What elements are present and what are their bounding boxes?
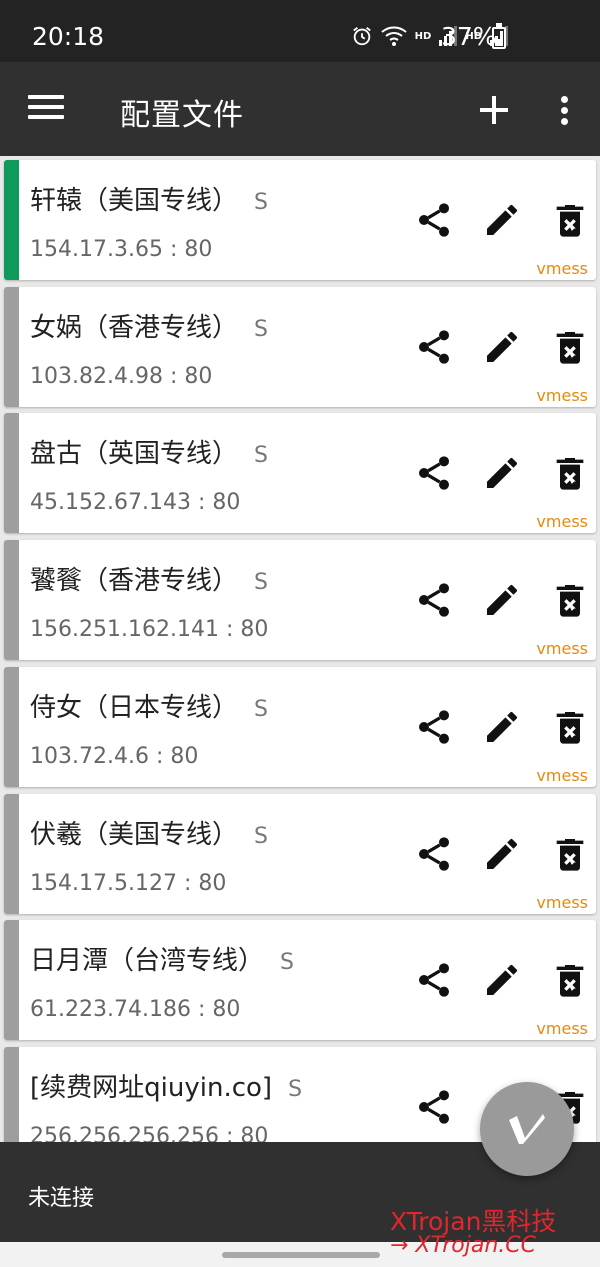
- server-address: 103.82.4.98 : 80: [30, 363, 213, 389]
- server-actions: [414, 580, 584, 620]
- server-tag: S: [254, 570, 268, 596]
- status-bar: 20:18 HD HD 37%: [0, 0, 600, 62]
- server-address: 154.17.3.65 : 80: [30, 237, 213, 262]
- server-card[interactable]: 饕餮（香港专线） S 156.251.162.141 : 80 vmess: [4, 540, 596, 661]
- app-toolbar: 配置文件: [0, 62, 600, 156]
- v-logo-icon: [509, 1114, 545, 1144]
- server-name: 女娲（香港专线） S: [30, 312, 268, 343]
- server-actions: [414, 327, 584, 367]
- server-tag: S: [254, 696, 268, 722]
- server-actions: [414, 453, 584, 493]
- home-indicator[interactable]: [222, 1252, 380, 1258]
- selection-indicator: [4, 1046, 19, 1142]
- share-icon[interactable]: [414, 200, 454, 240]
- protocol-label: vmess: [536, 385, 588, 405]
- selection-indicator: [4, 793, 19, 914]
- server-address: 61.223.74.186 : 80: [30, 997, 241, 1023]
- share-icon[interactable]: [414, 707, 454, 747]
- edit-icon[interactable]: [482, 707, 522, 747]
- delete-icon[interactable]: [550, 453, 590, 493]
- server-name: [续费网址qiuyin.co] S: [30, 1072, 303, 1103]
- delete-icon[interactable]: [550, 580, 590, 620]
- share-icon[interactable]: [414, 453, 454, 493]
- server-card[interactable]: 女娲（香港专线） S 103.82.4.98 : 80 vmess: [4, 286, 596, 407]
- server-actions: [414, 960, 584, 1000]
- status-time: 20:18: [32, 22, 105, 51]
- server-address: 156.251.162.141 : 80: [30, 617, 269, 643]
- server-card[interactable]: 轩辕（美国专线） S 154.17.3.65 : 80 vmess: [4, 160, 596, 280]
- wifi-icon: [381, 26, 407, 46]
- edit-icon[interactable]: [482, 960, 522, 1000]
- battery-icon: [492, 23, 506, 49]
- delete-icon[interactable]: [550, 327, 590, 367]
- share-icon[interactable]: [414, 1087, 454, 1127]
- hd-badge: HD: [414, 30, 432, 42]
- delete-icon[interactable]: [550, 200, 590, 240]
- selection-indicator: [4, 920, 19, 1041]
- selection-indicator: [4, 286, 19, 407]
- share-icon[interactable]: [414, 960, 454, 1000]
- server-tag: S: [254, 823, 268, 849]
- protocol-label: vmess: [536, 512, 588, 532]
- server-card[interactable]: 日月潭（台湾专线） S 61.223.74.186 : 80 vmess: [4, 920, 596, 1041]
- server-actions: [414, 200, 584, 240]
- server-name: 饕餮（香港专线） S: [30, 566, 268, 597]
- server-tag: S: [254, 316, 268, 342]
- battery-percent: 37%: [441, 22, 497, 51]
- plus-icon[interactable]: [478, 94, 510, 126]
- selection-indicator: [4, 540, 19, 661]
- server-list: 轩辕（美国专线） S 154.17.3.65 : 80 vmess 女娲（香港专线） S 1…: [0, 156, 600, 1142]
- server-name: 轩辕（美国专线） S: [30, 186, 268, 216]
- share-icon[interactable]: [414, 834, 454, 874]
- edit-icon[interactable]: [482, 580, 522, 620]
- hamburger-menu-icon[interactable]: [28, 95, 64, 123]
- alarm-icon: [352, 27, 371, 46]
- server-tag: S: [254, 443, 268, 469]
- server-name: 伏羲（美国专线） S: [30, 819, 268, 850]
- server-card[interactable]: 盘古（英国专线） S 45.152.67.143 : 80 vmess: [4, 413, 596, 534]
- server-name: 日月潭（台湾专线） S: [30, 946, 294, 977]
- selection-indicator: [4, 666, 19, 787]
- connect-fab-button[interactable]: [480, 1082, 574, 1176]
- watermark-url: → XTrojan.CC: [390, 1233, 536, 1258]
- server-actions: [414, 707, 584, 747]
- server-address: 256.256.256.256 : 80: [30, 1123, 269, 1142]
- server-name: 侍女（日本专线） S: [30, 692, 268, 723]
- selection-indicator: [4, 413, 19, 534]
- server-address: 103.72.4.6 : 80: [30, 743, 199, 769]
- edit-icon[interactable]: [482, 453, 522, 493]
- edit-icon[interactable]: [482, 327, 522, 367]
- connection-status: 未连接: [28, 1186, 95, 1211]
- protocol-label: vmess: [536, 259, 588, 278]
- server-actions: [414, 834, 584, 874]
- selection-indicator: [4, 160, 19, 280]
- share-icon[interactable]: [414, 327, 454, 367]
- protocol-label: vmess: [536, 765, 588, 785]
- delete-icon[interactable]: [550, 707, 590, 747]
- protocol-label: vmess: [536, 639, 588, 659]
- page-title: 配置文件: [120, 98, 244, 133]
- more-vert-icon[interactable]: [556, 96, 572, 126]
- server-address: 45.152.67.143 : 80: [30, 490, 241, 516]
- protocol-label: vmess: [536, 892, 588, 912]
- protocol-label: vmess: [536, 1019, 588, 1039]
- edit-icon[interactable]: [482, 834, 522, 874]
- edit-icon[interactable]: [482, 200, 522, 240]
- share-icon[interactable]: [414, 580, 454, 620]
- server-tag: S: [254, 190, 268, 215]
- server-address: 154.17.5.127 : 80: [30, 870, 227, 896]
- server-name: 盘古（英国专线） S: [30, 439, 268, 470]
- delete-icon[interactable]: [550, 834, 590, 874]
- server-card[interactable]: 侍女（日本专线） S 103.72.4.6 : 80 vmess: [4, 666, 596, 787]
- server-card[interactable]: 伏羲（美国专线） S 154.17.5.127 : 80 vmess: [4, 793, 596, 914]
- delete-icon[interactable]: [550, 960, 590, 1000]
- server-tag: S: [288, 1076, 303, 1102]
- server-tag: S: [280, 950, 294, 976]
